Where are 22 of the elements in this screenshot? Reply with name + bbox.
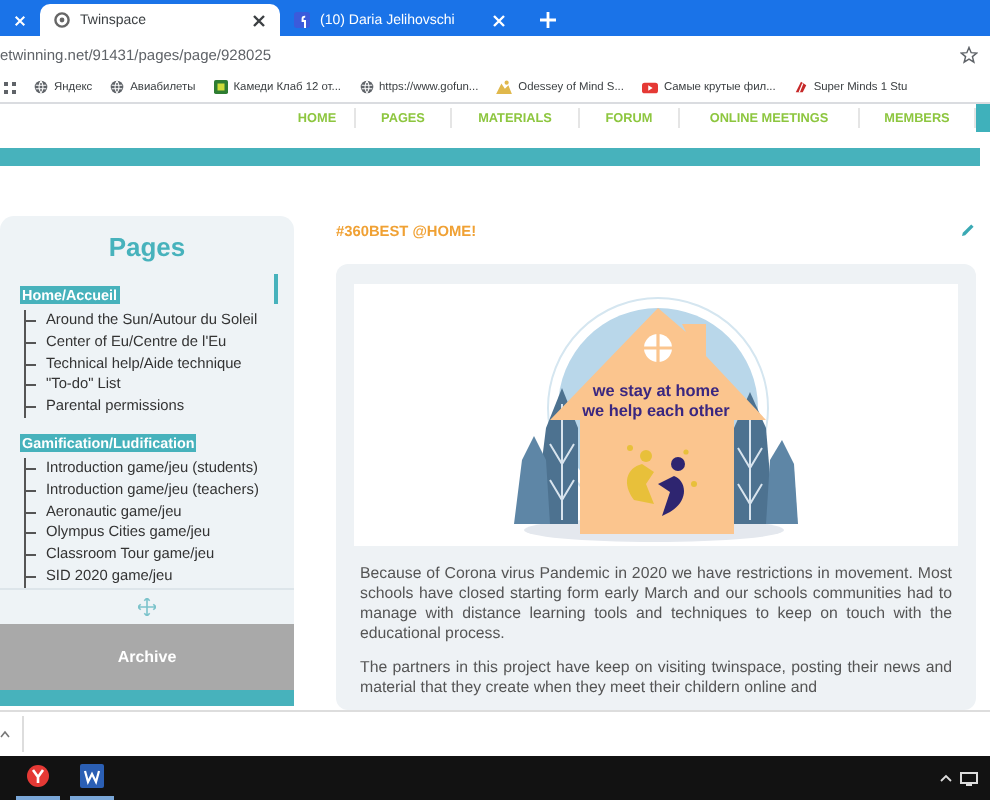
close-icon[interactable] bbox=[252, 13, 266, 27]
header-accent bbox=[976, 104, 990, 132]
apps-icon[interactable] bbox=[4, 81, 16, 93]
globe-icon bbox=[359, 80, 374, 94]
tv-icon bbox=[213, 80, 228, 94]
social-logo-icon bbox=[294, 12, 310, 28]
document-app-icon bbox=[80, 764, 104, 788]
monitor-icon[interactable] bbox=[960, 771, 978, 785]
illustration-caption: we stay at home bbox=[592, 382, 720, 402]
site-logo-icon bbox=[54, 12, 70, 28]
globe-icon bbox=[110, 80, 125, 94]
illustration-caption: we help each other bbox=[582, 402, 730, 422]
star-icon[interactable] bbox=[960, 45, 978, 63]
sidebar-title: Pages bbox=[106, 232, 188, 264]
book-icon bbox=[793, 80, 808, 94]
video-icon bbox=[641, 81, 658, 93]
image-icon bbox=[496, 80, 513, 94]
plus-icon[interactable] bbox=[540, 12, 556, 28]
globe-icon bbox=[34, 80, 48, 94]
pencil-icon[interactable] bbox=[960, 222, 976, 238]
scrollbar-thumb[interactable] bbox=[274, 274, 278, 304]
browser-icon bbox=[26, 764, 50, 788]
